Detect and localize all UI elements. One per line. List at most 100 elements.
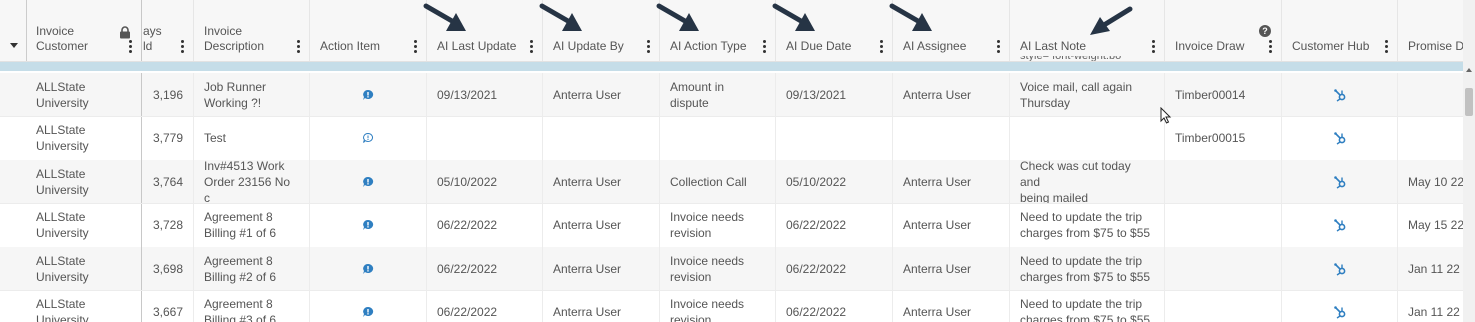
scroll-up-arrow-icon[interactable] bbox=[1466, 68, 1472, 72]
column-header-action-item[interactable]: Action Item bbox=[310, 0, 427, 61]
cell-customer-hub[interactable] bbox=[1282, 73, 1398, 116]
scroll-thumb[interactable] bbox=[1465, 88, 1473, 116]
hubspot-icon[interactable] bbox=[1333, 175, 1347, 189]
cell-customer-hub[interactable] bbox=[1282, 247, 1398, 290]
column-header-customer[interactable]: Invoice Customer bbox=[26, 0, 142, 61]
cell-text: Check was cut today and being mailed bbox=[1020, 160, 1131, 203]
cell-text: Anterra User bbox=[903, 87, 972, 102]
table-row[interactable]: ALLState University 3,728 Agreement 8 Bill… bbox=[0, 203, 1463, 248]
table-row[interactable]: ALLState University 3,667 Agreement 8 Bill… bbox=[0, 290, 1463, 322]
cell-action-item[interactable] bbox=[310, 247, 427, 290]
cell-days: 3,764 bbox=[142, 160, 194, 203]
column-menu-icon[interactable] bbox=[1269, 40, 1273, 54]
column-menu-icon[interactable] bbox=[129, 40, 133, 54]
column-header-invoice-draw[interactable]: Invoice Draw? bbox=[1165, 0, 1282, 61]
column-menu-icon[interactable] bbox=[181, 40, 185, 54]
cell-customer-hub[interactable] bbox=[1282, 203, 1398, 247]
hubspot-icon[interactable] bbox=[1333, 262, 1347, 276]
cell-promise: Jan 11 22 bbox=[1398, 291, 1463, 322]
cell-invoice-draw: Timber00015 bbox=[1165, 116, 1282, 160]
cell-ai-last-update bbox=[427, 116, 543, 160]
column-header-label: AI Action Type bbox=[670, 39, 747, 53]
cell-text: 09/13/2021 bbox=[786, 87, 847, 102]
comment-filled-icon[interactable] bbox=[362, 306, 374, 318]
cell-text: Anterra User bbox=[553, 174, 622, 189]
column-menu-icon[interactable] bbox=[1152, 40, 1156, 54]
table-row[interactable]: ALLState University 3,196 Job Runner Worki… bbox=[0, 73, 1463, 117]
column-header-days[interactable]: ays ld bbox=[142, 0, 194, 61]
column-menu-icon[interactable] bbox=[647, 40, 651, 54]
cell-ai-assignee: Anterra User bbox=[893, 247, 1010, 290]
cell-ai-action-type bbox=[660, 116, 776, 160]
hubspot-icon[interactable] bbox=[1333, 218, 1347, 232]
cell-text: 06/22/2022 bbox=[786, 305, 847, 319]
cell-action-item[interactable] bbox=[310, 73, 427, 116]
cell-action-item[interactable] bbox=[310, 203, 427, 247]
comment-filled-icon[interactable] bbox=[362, 219, 374, 231]
cell-ai-update-by: Anterra User bbox=[543, 203, 660, 247]
hubspot-icon[interactable] bbox=[1333, 305, 1347, 319]
comment-filled-icon[interactable] bbox=[362, 176, 374, 188]
cell-action-item[interactable] bbox=[310, 290, 427, 322]
hubspot-icon[interactable] bbox=[1333, 131, 1347, 145]
invoice-grid: Invoice Customer ays ld Invoice Descriptio… bbox=[0, 0, 1463, 322]
column-menu-icon[interactable] bbox=[297, 40, 301, 54]
column-menu-icon[interactable] bbox=[997, 40, 1001, 54]
cell-text: ALLState University bbox=[36, 123, 89, 153]
cell-customer-hub[interactable] bbox=[1282, 160, 1398, 203]
column-menu-icon[interactable] bbox=[1385, 40, 1389, 54]
annotation-arrow-icon bbox=[423, 3, 466, 31]
caret-down-icon bbox=[10, 43, 18, 48]
cell-action-item[interactable] bbox=[310, 160, 427, 203]
cell-description: Agreement 8 Billing #3 of 6 bbox=[194, 290, 310, 322]
annotation-arrow-icon bbox=[772, 3, 815, 31]
cell-ai-action-type: Invoice needs revision bbox=[660, 290, 776, 322]
cell-days: 3,667 bbox=[142, 290, 194, 322]
help-icon[interactable]: ? bbox=[1259, 25, 1271, 37]
column-header-description[interactable]: Invoice Description bbox=[194, 0, 310, 61]
expand-all-toggle[interactable] bbox=[0, 0, 27, 61]
comment-outline-icon[interactable] bbox=[362, 132, 374, 144]
column-menu-icon[interactable] bbox=[880, 40, 884, 54]
cell-text: ALLState University bbox=[36, 210, 89, 240]
cell-customer-hub[interactable] bbox=[1282, 290, 1398, 322]
cell-ai-assignee: Anterra User bbox=[893, 290, 1010, 322]
grid-header: Invoice Customer ays ld Invoice Descriptio… bbox=[0, 0, 1463, 62]
vertical-scrollbar[interactable] bbox=[1463, 0, 1475, 322]
cell-text: Anterra User bbox=[903, 218, 972, 232]
column-menu-icon[interactable] bbox=[530, 40, 534, 54]
cell-text: 05/10/2022 bbox=[437, 174, 498, 189]
column-header-label: Promise D bbox=[1408, 39, 1463, 53]
cell-invoice-draw bbox=[1165, 203, 1282, 247]
cell-text: Anterra User bbox=[903, 174, 972, 189]
column-header-label: AI Last Update bbox=[437, 39, 517, 53]
days-old-value: 3,764 bbox=[152, 174, 183, 189]
cell-ai-assignee: Anterra User bbox=[893, 73, 1010, 116]
table-row[interactable]: ALLState University 3,779 Test Timber00015 bbox=[0, 116, 1463, 161]
cell-customer-hub[interactable] bbox=[1282, 116, 1398, 160]
cell-text: Voice mail, call again Thursday bbox=[1020, 79, 1133, 110]
column-menu-icon[interactable] bbox=[414, 40, 418, 54]
table-row[interactable]: ALLState University 3,698 Agreement 8 Bill… bbox=[0, 247, 1463, 291]
column-header-label: AI Update By bbox=[553, 39, 624, 53]
cell-ai-action-type: Invoice needs revision bbox=[660, 203, 776, 247]
cell-ai-due-date: 06/22/2022 bbox=[776, 290, 893, 322]
lock-icon[interactable] bbox=[119, 26, 131, 39]
hubspot-icon[interactable] bbox=[1333, 88, 1347, 102]
cell-text: 06/22/2022 bbox=[786, 261, 847, 276]
cell-ai-assignee bbox=[893, 116, 1010, 160]
cell-text: ALLState University bbox=[36, 297, 89, 322]
column-header-promise[interactable]: Promise D bbox=[1398, 0, 1463, 61]
table-row[interactable]: ALLState University 3,764 Inv#4513 Work Or… bbox=[0, 160, 1463, 204]
comment-filled-icon[interactable] bbox=[362, 263, 374, 275]
comment-filled-icon[interactable] bbox=[362, 89, 374, 101]
column-menu-icon[interactable] bbox=[763, 40, 767, 54]
column-header-customer-hub[interactable]: Customer Hub bbox=[1282, 0, 1398, 61]
column-header-label: AI Due Date bbox=[786, 39, 852, 53]
cell-text: ALLState University bbox=[36, 166, 89, 197]
cell-ai-assignee: Anterra User bbox=[893, 160, 1010, 203]
cell-ai-last-note: Need to update the trip charges from $75… bbox=[1010, 247, 1165, 290]
cell-customer: ALLState University bbox=[26, 290, 142, 322]
cell-description: Job Runner Working ?! bbox=[194, 73, 310, 116]
cell-action-item[interactable] bbox=[310, 116, 427, 160]
